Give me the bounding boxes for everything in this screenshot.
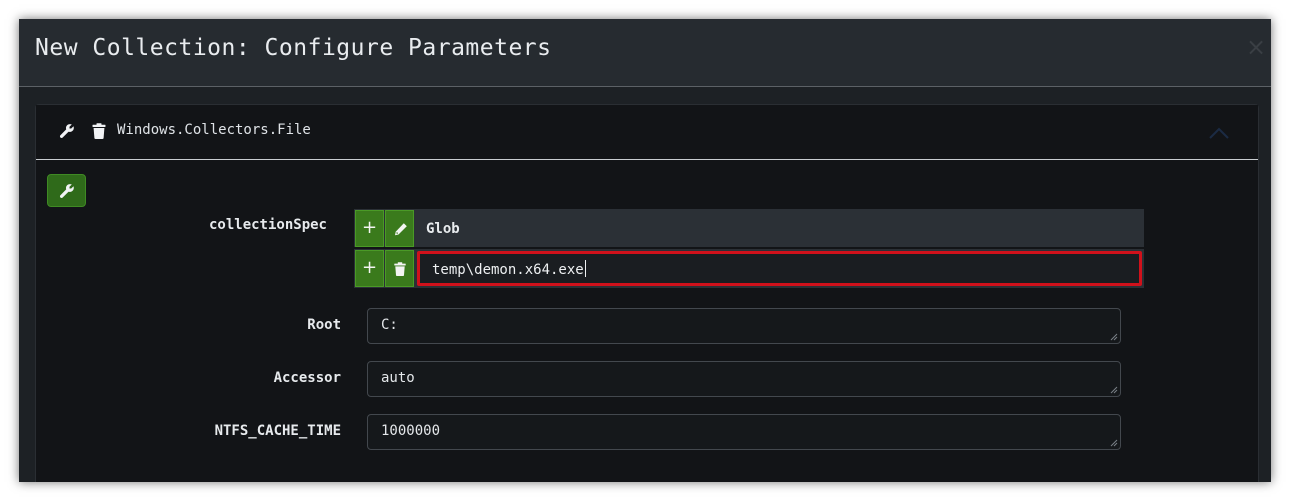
ntfs-cache-time-label: NTFS_CACHE_TIME — [214, 423, 341, 439]
close-icon[interactable]: × — [1245, 35, 1267, 59]
accessor-label: Accessor — [273, 370, 341, 386]
ntfs-cache-time-field[interactable]: 1000000 — [367, 414, 1121, 450]
pencil-icon — [395, 223, 407, 236]
edit-table-button[interactable] — [385, 210, 414, 247]
accessor-value: auto — [381, 370, 415, 386]
text-caret — [584, 260, 586, 277]
dialog-title: New Collection: Configure Parameters — [35, 35, 552, 61]
dialog-header: New Collection: Configure Parameters × — [19, 19, 1271, 87]
delete-row-button[interactable] — [385, 250, 414, 287]
collectionspec-table: + Glob + temp\demon.x64.exe — [354, 209, 1144, 290]
wrench-icon[interactable] — [59, 123, 75, 139]
accessor-field[interactable]: auto — [367, 361, 1121, 397]
add-column-button[interactable]: + — [355, 210, 384, 247]
configure-tool-button[interactable] — [47, 174, 86, 207]
trash-icon[interactable] — [92, 123, 108, 139]
add-row-button[interactable]: + — [355, 250, 384, 287]
glob-column-header: Glob — [426, 221, 460, 237]
glob-cell-value: temp\demon.x64.exe — [432, 262, 584, 278]
artifact-card-header[interactable]: Windows.Collectors.File — [36, 105, 1258, 160]
resize-grip-icon — [1110, 439, 1118, 447]
wrench-icon — [59, 184, 74, 198]
artifact-card: Windows.Collectors.File collectionSpec + — [35, 104, 1259, 482]
glob-cell-input[interactable]: temp\demon.x64.exe — [417, 251, 1142, 286]
root-field[interactable]: C: — [367, 308, 1121, 344]
table-header-row: + Glob — [354, 209, 1144, 247]
chevron-up-icon[interactable] — [1208, 125, 1230, 139]
resize-grip-icon — [1110, 333, 1118, 341]
collectionspec-label: collectionSpec — [208, 217, 327, 233]
root-label: Root — [307, 317, 341, 333]
root-value: C: — [381, 317, 398, 333]
table-row: + temp\demon.x64.exe — [354, 249, 1144, 288]
ntfs-cache-time-value: 1000000 — [381, 423, 441, 439]
trash-icon — [394, 262, 406, 276]
configure-parameters-dialog: New Collection: Configure Parameters × W… — [19, 19, 1271, 482]
artifact-name: Windows.Collectors.File — [117, 122, 311, 138]
resize-grip-icon — [1110, 386, 1118, 394]
